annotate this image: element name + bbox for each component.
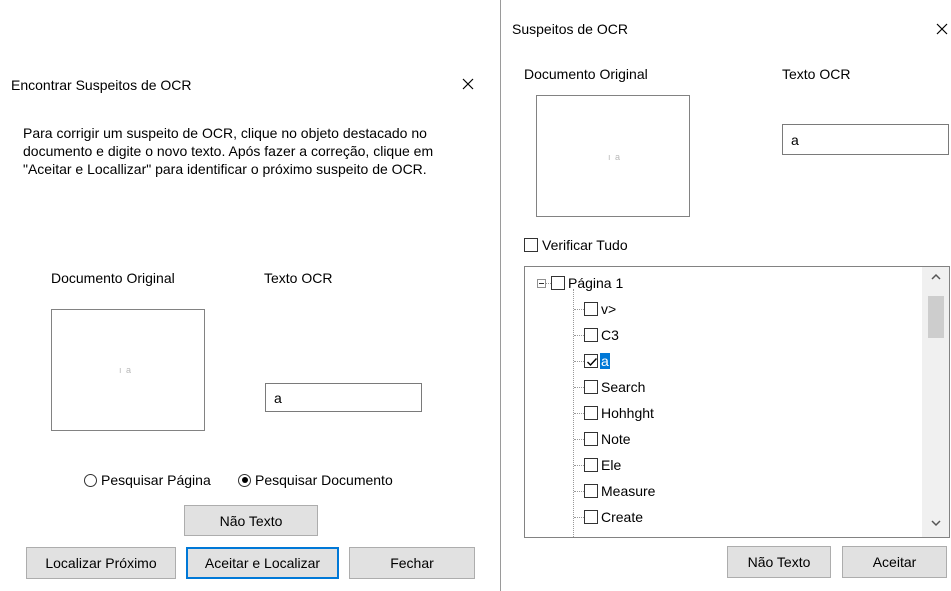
tree-connector	[574, 412, 584, 414]
original-document-label: Documento Original	[524, 66, 648, 82]
search-document-label: Pesquisar Documento	[255, 472, 393, 488]
root-checkbox[interactable]	[551, 276, 565, 290]
search-page-radio[interactable]: Pesquisar Página	[84, 472, 211, 488]
tree-item-checkbox[interactable]	[584, 432, 598, 446]
ocr-text-label: Texto OCR	[782, 66, 851, 82]
ocr-text-value: a	[791, 131, 799, 148]
close-icon[interactable]	[933, 20, 951, 38]
tree-connector	[574, 386, 584, 388]
tree-item-row[interactable]: C3	[574, 322, 620, 348]
not-text-button[interactable]: Não Texto	[727, 546, 831, 578]
accept-button[interactable]: Aceitar	[842, 546, 947, 578]
radio-circle	[84, 473, 97, 487]
tree-item-row[interactable]: Ele	[574, 452, 622, 478]
tree-item-checkbox[interactable]	[584, 302, 598, 316]
tree-root-row[interactable]: Página 1	[537, 270, 624, 296]
tree-item-row[interactable]: Note	[574, 426, 632, 452]
tree-item-checkbox[interactable]	[584, 458, 598, 472]
tree-connector	[574, 464, 584, 466]
original-document-label: Documento Original	[51, 270, 175, 286]
close-button[interactable]: Fechar	[349, 547, 475, 579]
tree-item-checkbox[interactable]	[584, 328, 598, 342]
tree-item-label: v>	[601, 301, 617, 317]
tree-item-checkbox[interactable]	[584, 406, 598, 420]
tree-item-label: Hohhght	[601, 405, 654, 421]
radio-circle-checked	[238, 473, 251, 487]
tree-item-label: Create	[601, 509, 644, 525]
tree-item-label: a	[600, 353, 610, 369]
checkbox-box	[524, 238, 538, 252]
dialog-title: Encontrar Suspeitos de OCR	[11, 77, 192, 93]
tree-connector	[574, 516, 584, 518]
tree-item-label: C3	[601, 327, 619, 343]
tree-item-row[interactable]: Search	[574, 374, 646, 400]
checkmark-icon	[587, 358, 598, 367]
accept-and-find-button[interactable]: Aceitar e Localizar	[186, 547, 339, 579]
verify-all-checkbox[interactable]: Verificar Tudo	[524, 237, 628, 253]
search-page-label: Pesquisar Página	[101, 472, 211, 488]
find-next-button[interactable]: Localizar Próximo	[26, 547, 176, 579]
tree-item-row[interactable]: Hohhght	[574, 400, 655, 426]
suspects-tree[interactable]: Página 1 v> C3 a Search Hohhght Note Ele Measur…	[524, 266, 950, 538]
tree-connector	[574, 308, 584, 310]
tree-item-checkbox[interactable]	[584, 484, 598, 498]
tree-connector	[574, 360, 584, 362]
original-document-preview: ı a	[51, 309, 205, 431]
tree-connector	[574, 490, 584, 492]
tree-connector	[574, 438, 584, 440]
dialog-title: Suspeitos de OCR	[512, 21, 628, 37]
tree-item-label: Note	[601, 431, 631, 447]
preview-glyph: ı a	[119, 365, 133, 375]
tree-collapse-icon[interactable]	[537, 278, 546, 288]
close-icon[interactable]	[459, 75, 477, 93]
tree-item-label: Ele	[601, 457, 622, 473]
verify-all-label: Verificar Tudo	[542, 237, 628, 253]
scroll-up-icon[interactable]	[931, 273, 941, 284]
tree-scrollbar[interactable]	[922, 267, 949, 537]
tree-connector	[574, 334, 584, 336]
instructions-text: Para corrigir um suspeito de OCR, clique…	[23, 125, 434, 177]
tree-root-label: Página 1	[568, 275, 624, 291]
preview-glyph: ı a	[608, 152, 622, 162]
tree-item-row[interactable]: Create	[574, 504, 644, 530]
tree-item-checkbox[interactable]	[584, 510, 598, 524]
tree-item-row[interactable]: v>	[574, 296, 617, 322]
not-text-button[interactable]: Não Texto	[184, 505, 318, 536]
ocr-text-label: Texto OCR	[264, 270, 333, 286]
tree-item-label: Search	[601, 379, 646, 395]
ocr-text-input[interactable]: a	[265, 383, 422, 412]
ocr-suspects-dialog: Suspeitos de OCR Documento Original Text…	[500, 0, 951, 591]
tree-item-checkbox[interactable]	[584, 380, 598, 394]
tree-item-row[interactable]: Measure	[574, 478, 656, 504]
tree-item-row[interactable]: a	[574, 348, 610, 374]
tree-item-label: Measure	[601, 483, 656, 499]
tree-item-checkbox[interactable]	[584, 354, 598, 368]
search-document-radio[interactable]: Pesquisar Documento	[238, 472, 393, 488]
original-document-preview: ı a	[536, 95, 690, 217]
scroll-down-icon[interactable]	[931, 519, 941, 530]
ocr-text-input[interactable]: a	[782, 124, 949, 155]
scroll-thumb[interactable]	[928, 296, 944, 338]
ocr-text-value: a	[274, 389, 282, 406]
find-ocr-suspects-dialog: Encontrar Suspeitos de OCR Para corrigir…	[0, 60, 490, 591]
